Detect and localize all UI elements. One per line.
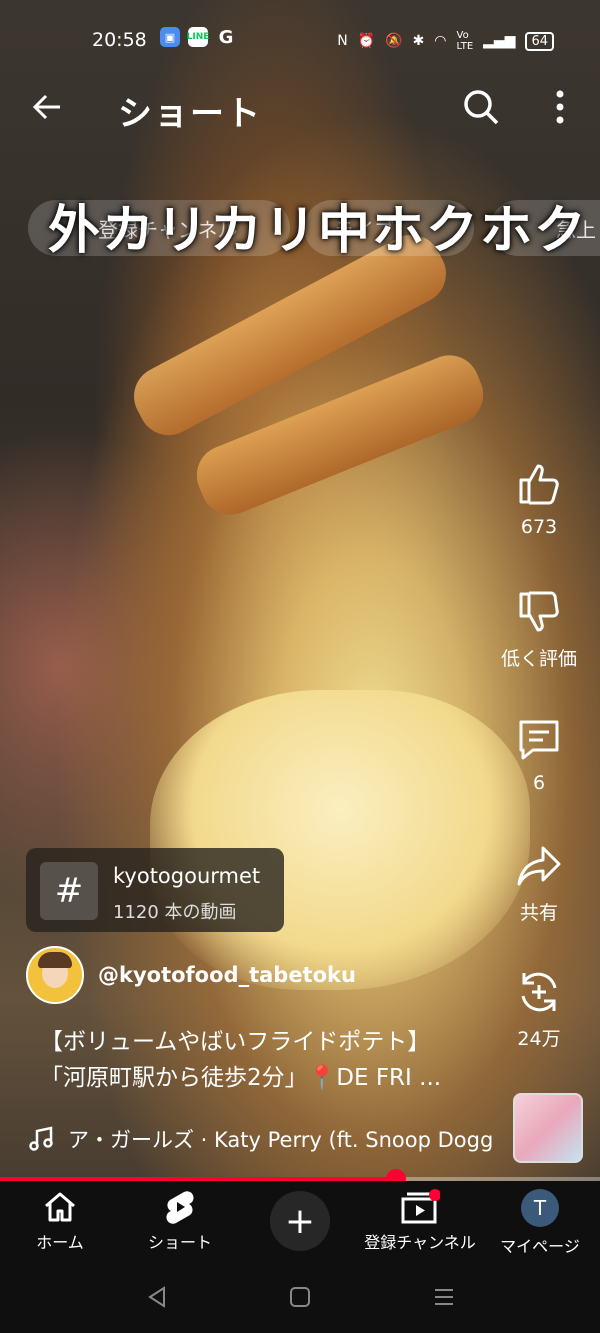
nfc-icon: N (337, 33, 348, 49)
hashtag-name: kyotogourmet (113, 864, 261, 888)
nav-home-label: ホーム (36, 1233, 84, 1252)
shorts-icon (166, 1191, 194, 1224)
bottom-nav: ホーム ショート + 登録チャンネル T マイページ (0, 1181, 600, 1261)
nav-shorts[interactable]: ショート (120, 1189, 240, 1253)
hashtag-icon: # (40, 862, 98, 920)
like-count: 673 (520, 516, 558, 538)
nav-subscriptions-label: 登録チャンネル (364, 1233, 476, 1252)
back-arrow-icon[interactable] (30, 90, 64, 124)
wifi-icon: ◠ (434, 33, 447, 49)
volte-icon: Vo LTE (456, 30, 474, 52)
channel-avatar[interactable] (26, 946, 84, 1004)
battery-indicator: 64 (525, 31, 554, 51)
video-caption-overlay: 外カリカリ中ホクホク (48, 201, 589, 261)
search-icon[interactable] (462, 88, 500, 126)
like-button[interactable]: 673 (494, 460, 584, 538)
dislike-button[interactable]: 低く評価 (494, 588, 584, 671)
music-note-icon (29, 1126, 53, 1151)
page-title: ショート (118, 94, 262, 134)
description-line-2: 「河原町駅から徒歩2分」📍DE FRI ... (40, 1065, 442, 1091)
system-home-icon[interactable] (288, 1285, 312, 1309)
comment-icon (519, 720, 559, 760)
more-options-icon[interactable] (548, 88, 572, 126)
music-track: ア・ガールズ · Katy Perry (ft. Snoop Dogg (68, 1128, 494, 1152)
nav-home[interactable]: ホーム (0, 1189, 120, 1253)
video-sauce (150, 690, 530, 990)
gallery-app-icon: ▣ (160, 27, 180, 47)
home-icon (45, 1192, 75, 1222)
hashtag-card[interactable]: # kyotogourmet 1120 本の動画 (26, 848, 284, 932)
dislike-label: 低く評価 (500, 648, 577, 670)
comments-button[interactable]: 6 (494, 716, 584, 794)
channel-handle[interactable]: @kyotofood_tabetoku (98, 963, 356, 987)
system-back-icon[interactable] (145, 1285, 169, 1309)
mute-icon: 🔕 (385, 33, 403, 49)
album-thumbnail[interactable] (513, 1093, 583, 1163)
comment-count: 6 (532, 772, 546, 794)
channel-info[interactable]: @kyotofood_tabetoku (26, 946, 356, 1004)
top-bar: ショート (0, 80, 600, 135)
subscriptions-icon (401, 1189, 440, 1224)
status-indicators: N ⏰ 🔕 ✱ ◠ Vo LTE ▂▄▆ 64 (337, 30, 554, 52)
music-info[interactable]: ア・ガールズ · Katy Perry (ft. Snoop Dogg (28, 1124, 493, 1154)
nav-subscriptions[interactable]: 登録チャンネル (360, 1189, 480, 1253)
video-description[interactable]: 【ボリュームやばいフライドポテト】 「河原町駅から徒歩2分」📍DE FRI ..… (40, 1024, 510, 1096)
bluetooth-icon: ✱ (412, 33, 425, 49)
create-button[interactable]: + (270, 1191, 330, 1251)
google-app-icon: G (218, 26, 234, 48)
description-line-1: 【ボリュームやばいフライドポテト】 (40, 1029, 431, 1055)
share-icon (517, 846, 561, 886)
remix-icon (521, 972, 557, 1012)
avatar-hair-shape (38, 952, 72, 968)
thumbs-down-icon (519, 591, 559, 632)
status-app-icons: ▣ LINE G (160, 26, 236, 48)
share-button[interactable]: 共有 (494, 842, 584, 925)
system-recents-icon[interactable] (432, 1285, 456, 1309)
status-time: 20:58 (92, 29, 147, 51)
nav-mypage-label: マイページ (500, 1237, 580, 1256)
status-bar: 20:58 ▣ LINE G N ⏰ 🔕 ✱ ◠ Vo LTE ▂▄▆ 64 (0, 0, 600, 80)
nav-shorts-label: ショート (147, 1233, 212, 1252)
alarm-icon: ⏰ (357, 33, 376, 49)
hashtag-video-count: 1120 本の動画 (113, 902, 237, 923)
share-label: 共有 (519, 902, 558, 924)
signal-icon: ▂▄▆ (483, 33, 516, 49)
system-navigation-bar (0, 1261, 600, 1333)
nav-mypage[interactable]: T マイページ (480, 1189, 600, 1257)
thumbs-up-icon (519, 464, 559, 505)
profile-avatar: T (521, 1189, 559, 1227)
line-app-icon: LINE (187, 27, 209, 47)
